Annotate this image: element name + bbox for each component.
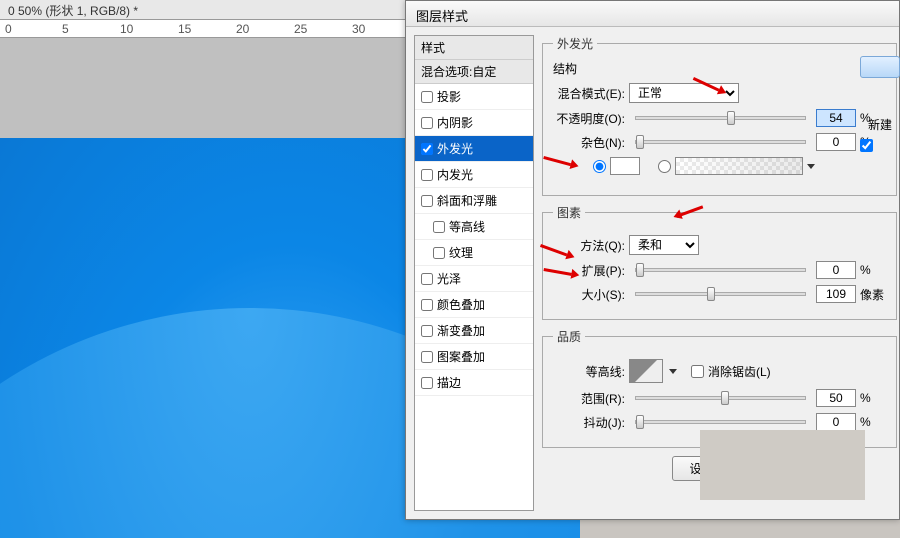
- dialog-title: 图层样式: [406, 1, 899, 27]
- style-label: 投影: [437, 88, 461, 105]
- style-checkbox[interactable]: [421, 143, 433, 155]
- elements-legend: 图素: [553, 204, 585, 221]
- spread-slider[interactable]: [635, 268, 806, 272]
- style-checkbox[interactable]: [421, 117, 433, 129]
- color-swatch[interactable]: [610, 157, 640, 175]
- range-label: 范围(R):: [553, 390, 625, 407]
- noise-label: 杂色(N):: [553, 134, 625, 151]
- dropdown-icon[interactable]: [669, 369, 677, 378]
- style-label: 内阴影: [437, 114, 473, 131]
- style-checkbox[interactable]: [421, 377, 433, 389]
- opacity-slider[interactable]: [635, 116, 806, 120]
- percent-unit: %: [860, 391, 886, 405]
- style-checkbox[interactable]: [421, 325, 433, 337]
- style-checkbox[interactable]: [421, 351, 433, 363]
- new-style-button[interactable]: 新建: [860, 116, 900, 133]
- style-label: 斜面和浮雕: [437, 192, 497, 209]
- size-slider[interactable]: [635, 292, 806, 296]
- jitter-slider[interactable]: [635, 420, 806, 424]
- contour-picker[interactable]: [629, 359, 663, 383]
- percent-unit: %: [860, 263, 886, 277]
- style-item-内发光[interactable]: 内发光: [415, 162, 533, 188]
- style-item-颜色叠加[interactable]: 颜色叠加: [415, 292, 533, 318]
- gradient-picker[interactable]: [675, 157, 803, 175]
- style-checkbox[interactable]: [421, 299, 433, 311]
- style-item-描边[interactable]: 描边: [415, 370, 533, 396]
- jitter-input[interactable]: [816, 413, 856, 431]
- styles-list: 样式 混合选项:自定 投影内阴影外发光内发光斜面和浮雕等高线纹理光泽颜色叠加渐变…: [414, 35, 534, 511]
- range-input[interactable]: [816, 389, 856, 407]
- group-legend: 外发光: [553, 35, 597, 52]
- color-radio[interactable]: [593, 160, 606, 173]
- blend-options-item[interactable]: 混合选项:自定: [415, 60, 533, 84]
- noise-input[interactable]: [816, 133, 856, 151]
- structure-label: 结构: [553, 60, 886, 77]
- style-item-等高线[interactable]: 等高线: [415, 214, 533, 240]
- quality-legend: 品质: [553, 328, 585, 345]
- opacity-input[interactable]: [816, 109, 856, 127]
- style-item-光泽[interactable]: 光泽: [415, 266, 533, 292]
- elements-group: 图素 方法(Q): 柔和 扩展(P): % 大小(S): 像素: [542, 204, 897, 320]
- dialog-side-buttons: 新建: [860, 56, 900, 155]
- style-item-外发光[interactable]: 外发光: [415, 136, 533, 162]
- blend-mode-label: 混合模式(E):: [553, 85, 625, 102]
- style-item-投影[interactable]: 投影: [415, 84, 533, 110]
- style-label: 描边: [437, 374, 461, 391]
- contour-label: 等高线:: [553, 363, 625, 380]
- style-item-斜面和浮雕[interactable]: 斜面和浮雕: [415, 188, 533, 214]
- style-checkbox[interactable]: [421, 91, 433, 103]
- style-item-内阴影[interactable]: 内阴影: [415, 110, 533, 136]
- range-slider[interactable]: [635, 396, 806, 400]
- preview-checkbox[interactable]: [860, 139, 873, 152]
- style-label: 外发光: [437, 140, 473, 157]
- antialias-checkbox[interactable]: 消除锯齿(L): [691, 363, 771, 380]
- outer-glow-group: 外发光 结构 混合模式(E): 正常 不透明度(O): % 杂色(N):: [542, 35, 897, 196]
- style-item-纹理[interactable]: 纹理: [415, 240, 533, 266]
- spread-input[interactable]: [816, 261, 856, 279]
- style-label: 纹理: [449, 244, 473, 261]
- style-checkbox[interactable]: [421, 273, 433, 285]
- style-label: 颜色叠加: [437, 296, 485, 313]
- style-label: 渐变叠加: [437, 322, 485, 339]
- style-label: 内发光: [437, 166, 473, 183]
- style-item-图案叠加[interactable]: 图案叠加: [415, 344, 533, 370]
- style-checkbox[interactable]: [433, 221, 445, 233]
- pixel-unit: 像素: [860, 286, 886, 303]
- style-label: 图案叠加: [437, 348, 485, 365]
- noise-slider[interactable]: [635, 140, 806, 144]
- blur-patch: [700, 430, 865, 500]
- dropdown-icon[interactable]: [807, 164, 815, 173]
- style-checkbox[interactable]: [433, 247, 445, 259]
- style-label: 等高线: [449, 218, 485, 235]
- structure-group: 结构 混合模式(E): 正常 不透明度(O): % 杂色(N):: [553, 60, 886, 181]
- jitter-label: 抖动(J):: [553, 414, 625, 431]
- method-label: 方法(Q):: [553, 237, 625, 254]
- spread-label: 扩展(P):: [553, 262, 625, 279]
- style-checkbox[interactable]: [421, 195, 433, 207]
- opacity-label: 不透明度(O):: [553, 110, 625, 127]
- style-item-渐变叠加[interactable]: 渐变叠加: [415, 318, 533, 344]
- size-label: 大小(S):: [553, 286, 625, 303]
- size-input[interactable]: [816, 285, 856, 303]
- percent-unit: %: [860, 415, 886, 429]
- ok-button[interactable]: [860, 56, 900, 78]
- method-select[interactable]: 柔和: [629, 235, 699, 255]
- gradient-radio[interactable]: [658, 160, 671, 173]
- style-label: 光泽: [437, 270, 461, 287]
- style-checkbox[interactable]: [421, 169, 433, 181]
- styles-header[interactable]: 样式: [415, 36, 533, 60]
